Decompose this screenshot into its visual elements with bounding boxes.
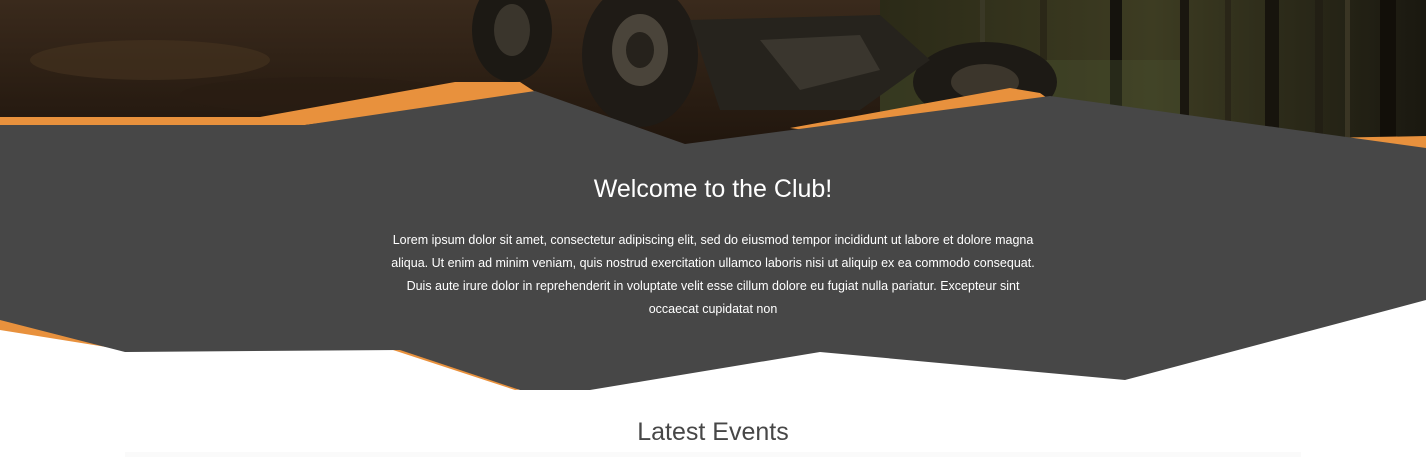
page: Welcome to the Club! Lorem ipsum dolor s… <box>0 0 1426 457</box>
events-container-edge <box>125 452 1301 457</box>
welcome-body-text: Lorem ipsum dolor sit amet, consectetur … <box>391 233 1035 316</box>
welcome-title: Welcome to the Club! <box>593 175 833 203</box>
latest-events-title: Latest Events <box>637 418 789 446</box>
